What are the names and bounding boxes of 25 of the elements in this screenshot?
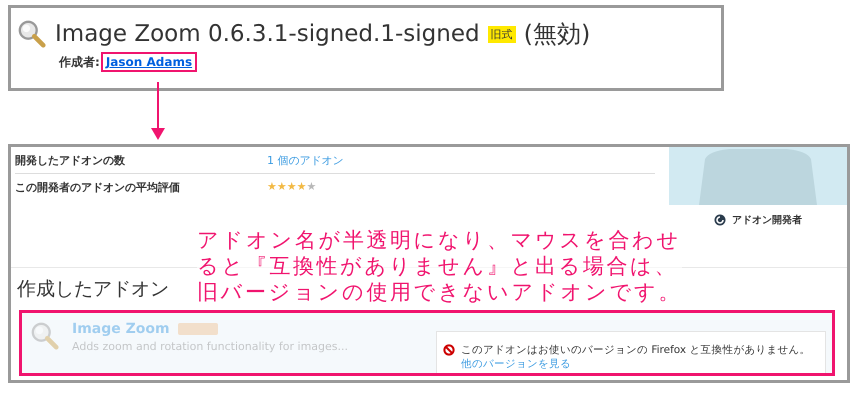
star-icon: ★	[296, 180, 306, 193]
annotation-text: アドオン名が半透明になり、マウスを合わせ ると『互換性がありません』と出る場合は、 旧バージョンの使用できないアドオンです。	[197, 227, 682, 305]
magnifier-icon	[30, 321, 60, 351]
warning-text: このアドオンはお使いのバージョンの Firefox と互換性がありません。	[461, 344, 810, 356]
info-label: 開発したアドオンの数	[15, 152, 126, 168]
addon-title: Image Zoom 0.6.3.1-signed.1-signed	[55, 21, 480, 47]
legacy-badge: 旧式	[488, 26, 516, 42]
other-versions-link[interactable]: 他のバージョンを見る	[461, 357, 571, 371]
addon-name[interactable]: Image Zoom	[72, 321, 170, 337]
info-label: この開発者のアドオンの平均評価	[15, 180, 181, 195]
addon-count-link[interactable]: 1 個のアドオン	[267, 152, 344, 168]
author-link[interactable]: Jason Adams	[100, 52, 198, 72]
author-label: 作成者:	[59, 54, 100, 70]
star-icon: ★	[276, 180, 287, 193]
developer-role: アドオン開発者	[732, 214, 802, 227]
callout-arrow	[150, 82, 166, 142]
magnifier-icon	[17, 19, 47, 49]
blocked-icon	[443, 344, 455, 356]
status-text: (無効)	[524, 19, 590, 50]
star-icon: ★	[306, 180, 316, 193]
section-heading: 作成したアドオン	[17, 277, 169, 302]
star-icon: ★	[286, 180, 297, 193]
star-icon: ★	[267, 180, 277, 193]
status-badge	[178, 323, 218, 335]
developer-icon	[714, 214, 726, 226]
